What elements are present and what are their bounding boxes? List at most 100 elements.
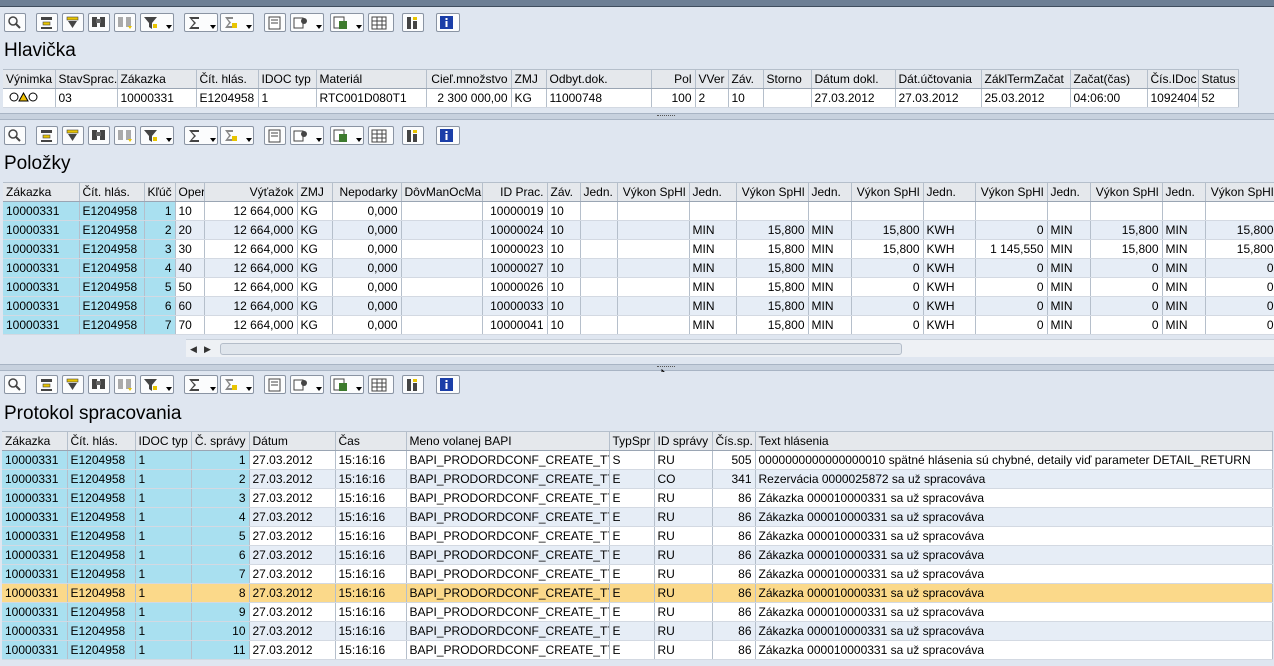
table-cell[interactable]: BAPI_PRODORDCONF_CREATE_TT [406,564,610,584]
table-cell[interactable]: S [609,450,655,470]
column-header[interactable]: TypSpr [609,431,655,451]
table-cell[interactable]: 341 [712,469,756,489]
table-cell[interactable]: E1204958 [79,315,145,335]
table-cell[interactable]: 10000331 [2,545,68,565]
table-cell[interactable]: 10 [547,201,581,221]
column-header[interactable]: Čít. hlás. [196,69,259,89]
table-cell[interactable]: E1204958 [67,583,136,603]
table-cell[interactable]: MIN [808,296,852,316]
table-cell[interactable]: Zákazka 000010000331 sa už spracováva [755,507,1273,527]
table-cell[interactable]: 1 [135,583,192,603]
filter-button[interactable] [140,375,174,394]
items-horizontal-scrollbar[interactable]: ◀ ▶ [186,339,1274,357]
table-cell[interactable] [689,201,737,221]
column-header[interactable]: IDOC typ [258,69,317,89]
table-cell[interactable]: Zákazka 000010000331 sa už spracováva [755,640,1273,660]
table-cell[interactable]: E1204958 [67,450,136,470]
table-cell[interactable]: BAPI_PRODORDCONF_CREATE_TT [406,583,610,603]
dropdown-arrow-icon[interactable] [210,138,216,142]
table-cell[interactable]: 15,800 [736,258,809,278]
column-header[interactable]: Dátum [249,431,336,451]
table-cell[interactable]: BAPI_PRODORDCONF_CREATE_TT [406,545,610,565]
table-cell[interactable]: E1204958 [67,621,136,641]
sum-button[interactable] [184,126,218,145]
column-header[interactable]: Výťažok [204,182,298,202]
table-cell[interactable]: 10000331 [3,296,80,316]
table-cell[interactable]: 15:16:16 [335,583,407,603]
table-cell[interactable]: RU [654,621,713,641]
column-header[interactable]: Materiál [316,69,427,89]
table-cell[interactable]: 15,800 [736,277,809,297]
table-cell[interactable]: E1204958 [67,526,136,546]
column-header[interactable]: Záv. [728,69,764,89]
table-cell[interactable]: 15,800 [1205,239,1274,259]
table-cell[interactable] [401,258,483,278]
table-cell[interactable] [580,277,618,297]
table-cell[interactable]: 10000331 [117,88,197,108]
table-cell[interactable]: 9 [191,602,250,622]
table-cell[interactable]: 6 [191,545,250,565]
table-cell[interactable]: 0 [1090,277,1163,297]
table-cell[interactable] [580,315,618,335]
table-cell[interactable]: MIN [1162,220,1206,240]
table-cell[interactable]: 15,800 [851,220,924,240]
find-next-button[interactable] [114,13,136,32]
column-header[interactable]: ZMJ [297,182,333,202]
table-cell[interactable]: 15,800 [736,296,809,316]
table-cell[interactable]: KWH [923,315,976,335]
table-cell[interactable]: 10000331 [2,640,68,660]
table-cell[interactable]: 10 [547,258,581,278]
table-cell[interactable]: 15:16:16 [335,621,407,641]
column-header[interactable]: Čís.sp. [712,431,756,451]
table-cell[interactable]: 0,000 [332,239,402,259]
table-cell[interactable]: MIN [1047,220,1091,240]
table-cell[interactable]: KG [297,220,333,240]
table-cell[interactable] [580,239,618,259]
table-cell[interactable]: 30 [175,239,205,259]
table-cell[interactable]: 0 [1205,296,1274,316]
table-cell[interactable]: E1204958 [67,469,136,489]
info-button[interactable] [436,126,460,145]
table-cell[interactable]: 15:16:16 [335,545,407,565]
table-cell[interactable]: 15:16:16 [335,469,407,489]
table-cell[interactable]: E1204958 [67,545,136,565]
table-row[interactable]: 03 10000331 E1204958 1 RTC001D080T1 2 300 000… [3,88,1239,108]
table-cell[interactable]: E [609,621,655,641]
table-cell[interactable]: 86 [712,583,756,603]
column-header[interactable]: Čas [335,431,407,451]
table-cell[interactable]: 10000331 [2,507,68,527]
info-button[interactable] [436,375,460,394]
sort-ascending-button[interactable] [36,375,58,394]
table-cell[interactable]: 1 [135,602,192,622]
table-cell[interactable]: 6 [144,296,176,316]
table-cell[interactable]: MIN [689,277,737,297]
table-cell[interactable]: BAPI_PRODORDCONF_CREATE_TT [406,507,610,527]
layout-button[interactable] [330,126,364,145]
table-cell[interactable]: 27.03.2012 [249,564,336,584]
table-cell[interactable] [401,220,483,240]
table-cell[interactable]: 86 [712,621,756,641]
table-cell[interactable]: 5 [191,526,250,546]
table-row[interactable]: 10000331 E1204958 1 4 27.03.2012 15:16:16 BAPI… [2,507,1273,527]
graphic-button[interactable] [402,375,424,394]
table-cell[interactable]: MIN [689,315,737,335]
table-cell[interactable]: Zákazka 000010000331 sa už spracováva [755,621,1273,641]
table-cell[interactable]: 10000023 [482,239,548,259]
table-cell[interactable]: 0 [975,296,1048,316]
table-cell[interactable] [763,88,812,108]
table-cell[interactable]: 86 [712,602,756,622]
table-cell[interactable]: RU [654,545,713,565]
table-cell[interactable]: E [609,602,655,622]
table-cell[interactable]: 86 [712,507,756,527]
table-cell[interactable]: 27.03.2012 [249,507,336,527]
grid-button[interactable] [368,375,394,394]
table-cell[interactable]: 10 [191,621,250,641]
table-cell[interactable]: 7 [191,564,250,584]
table-cell[interactable]: RU [654,564,713,584]
table-cell[interactable]: 10000331 [2,450,68,470]
print-preview-button[interactable] [264,375,286,394]
table-cell[interactable]: 15:16:16 [335,602,407,622]
table-cell[interactable]: KWH [923,296,976,316]
table-cell[interactable]: 12 664,000 [204,201,298,221]
table-cell[interactable]: 10000331 [2,564,68,584]
